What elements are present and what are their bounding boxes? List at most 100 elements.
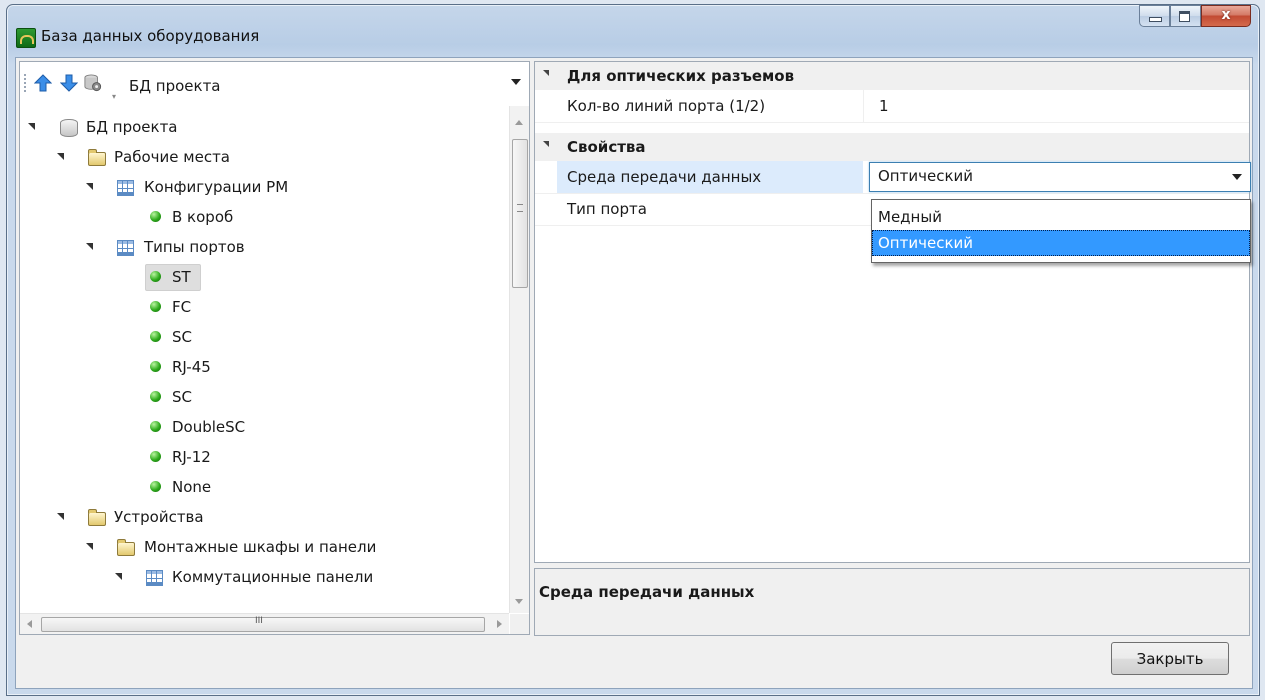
description-title: Среда передачи данных: [539, 583, 755, 601]
tree-node-port[interactable]: SC: [20, 382, 500, 412]
tree-node-port[interactable]: DoubleSC: [20, 412, 500, 442]
medium-dropdown[interactable]: Оптический: [869, 162, 1251, 192]
tree-node-cabinets[interactable]: Монтажные шкафы и панели: [20, 532, 500, 562]
category-label: Для оптических разъемов: [567, 67, 795, 85]
category-properties[interactable]: Свойства: [535, 133, 1249, 161]
close-button[interactable]: Закрыть: [1111, 642, 1229, 675]
tree-horizontal-scrollbar[interactable]: III: [20, 613, 509, 634]
tree-node-patch-panels[interactable]: Коммутационные панели: [20, 562, 500, 592]
category-optical[interactable]: Для оптических разъемов: [535, 62, 1249, 90]
tree-node-wp-configs[interactable]: Конфигурации РМ: [20, 172, 500, 202]
tree-label: Рабочие места: [114, 148, 230, 166]
caption-buttons: x: [1139, 5, 1251, 27]
tree-node-port[interactable]: ST: [20, 262, 500, 292]
bullet-icon: [150, 451, 161, 462]
maximize-icon: [1179, 11, 1190, 22]
close-window-button[interactable]: x: [1201, 5, 1251, 27]
title-bar[interactable]: База данных оборудования x: [7, 5, 1259, 51]
bullet-icon: [150, 481, 161, 492]
folder-icon: [117, 539, 135, 556]
arrow-down-icon[interactable]: [60, 74, 78, 92]
folder-icon: [88, 509, 106, 526]
folder-icon: [88, 149, 106, 166]
tree-node-port[interactable]: SC: [20, 322, 500, 352]
arrow-up-icon[interactable]: [34, 74, 52, 92]
scrollbar-thumb[interactable]: [512, 139, 528, 288]
dropdown-value: Оптический: [878, 167, 973, 185]
tree-panel: ▾ БД проекта БД проекта Рабочие места Ко…: [19, 61, 530, 635]
tree-vertical-scrollbar[interactable]: [509, 106, 529, 613]
collapse-icon[interactable]: [86, 543, 93, 550]
bullet-icon: [150, 421, 161, 432]
app-icon: [16, 28, 36, 48]
property-value[interactable]: 1: [879, 97, 889, 115]
scrollbar-thumb[interactable]: III: [41, 616, 485, 632]
table-icon: [117, 240, 134, 256]
tree-label: RJ-12: [172, 448, 211, 466]
database-icon: [60, 119, 78, 137]
category-label: Свойства: [567, 138, 646, 156]
scroll-left-icon[interactable]: [27, 620, 32, 628]
tree-label: Монтажные шкафы и панели: [144, 538, 377, 556]
equipment-tree: БД проекта Рабочие места Конфигурации РМ…: [20, 108, 509, 613]
tree-label: Конфигурации РМ: [144, 178, 289, 196]
tree-node-port[interactable]: RJ-12: [20, 442, 500, 472]
maximize-button[interactable]: [1170, 5, 1201, 27]
collapse-icon[interactable]: [57, 513, 64, 520]
tree-node-port-types[interactable]: Типы портов: [20, 232, 500, 262]
tree-label: FC: [172, 298, 192, 316]
database-settings-icon[interactable]: [84, 74, 102, 92]
tree-label: БД проекта: [86, 118, 178, 136]
close-icon: x: [1221, 7, 1231, 23]
tree-node-port[interactable]: FC: [20, 292, 500, 322]
dropdown-option-highlighted[interactable]: Оптический: [872, 230, 1250, 256]
collapse-icon[interactable]: [543, 70, 549, 76]
scroll-corner: [510, 614, 529, 634]
tree-node-devices[interactable]: Устройства: [20, 502, 500, 532]
collapse-icon[interactable]: [543, 141, 549, 147]
column-divider[interactable]: [863, 90, 864, 122]
toolbar-overflow-icon[interactable]: ▾: [112, 92, 120, 101]
toolbar-grip[interactable]: [24, 74, 28, 92]
scroll-down-icon[interactable]: [515, 599, 523, 604]
bullet-icon: [150, 361, 161, 372]
chevron-down-icon: [511, 79, 521, 85]
bullet-icon: [150, 391, 161, 402]
tree-label: SC: [172, 388, 192, 406]
collapse-icon[interactable]: [28, 123, 35, 130]
scroll-right-icon[interactable]: [497, 620, 502, 628]
tree-label: ST: [172, 268, 191, 286]
collapse-icon[interactable]: [86, 183, 93, 190]
collapse-icon[interactable]: [57, 153, 64, 160]
tree-label: Коммутационные панели: [172, 568, 374, 586]
dropdown-option[interactable]: Медный: [872, 204, 1250, 230]
tree-label: None: [172, 478, 212, 496]
minimize-button[interactable]: [1139, 5, 1170, 27]
bullet-icon: [150, 211, 161, 222]
client-area: ▾ БД проекта БД проекта Рабочие места Ко…: [15, 57, 1253, 689]
tree-node-wp-config-item[interactable]: В короб: [20, 202, 500, 232]
scroll-up-icon[interactable]: [515, 120, 523, 125]
tree-label: DoubleSC: [172, 418, 246, 436]
tree-label: Устройства: [114, 508, 204, 526]
collapse-icon[interactable]: [86, 243, 93, 250]
bullet-icon: [150, 271, 161, 282]
tree-node-workplaces[interactable]: Рабочие места: [20, 142, 500, 172]
collapse-icon[interactable]: [115, 573, 122, 580]
tree-node-port[interactable]: None: [20, 472, 500, 502]
tree-node-root[interactable]: БД проекта: [20, 112, 500, 142]
bullet-icon: [150, 301, 161, 312]
tree-label: Типы портов: [144, 238, 245, 256]
tree-label: В короб: [172, 208, 234, 226]
database-combo[interactable]: БД проекта: [122, 72, 526, 99]
property-label: Тип порта: [567, 200, 647, 218]
database-combo-value: БД проекта: [129, 77, 221, 95]
window-title: База данных оборудования: [41, 27, 260, 45]
description-panel: Среда передачи данных: [534, 568, 1250, 636]
tree-node-port[interactable]: RJ-45: [20, 352, 500, 382]
property-row-lines[interactable]: Кол-во линий порта (1/2) 1: [535, 90, 1249, 123]
tree-toolbar: ▾ БД проекта: [20, 62, 529, 104]
grip-icon: [517, 204, 523, 212]
property-grid: Для оптических разъемов Кол-во линий пор…: [534, 61, 1251, 563]
table-icon: [117, 180, 134, 196]
